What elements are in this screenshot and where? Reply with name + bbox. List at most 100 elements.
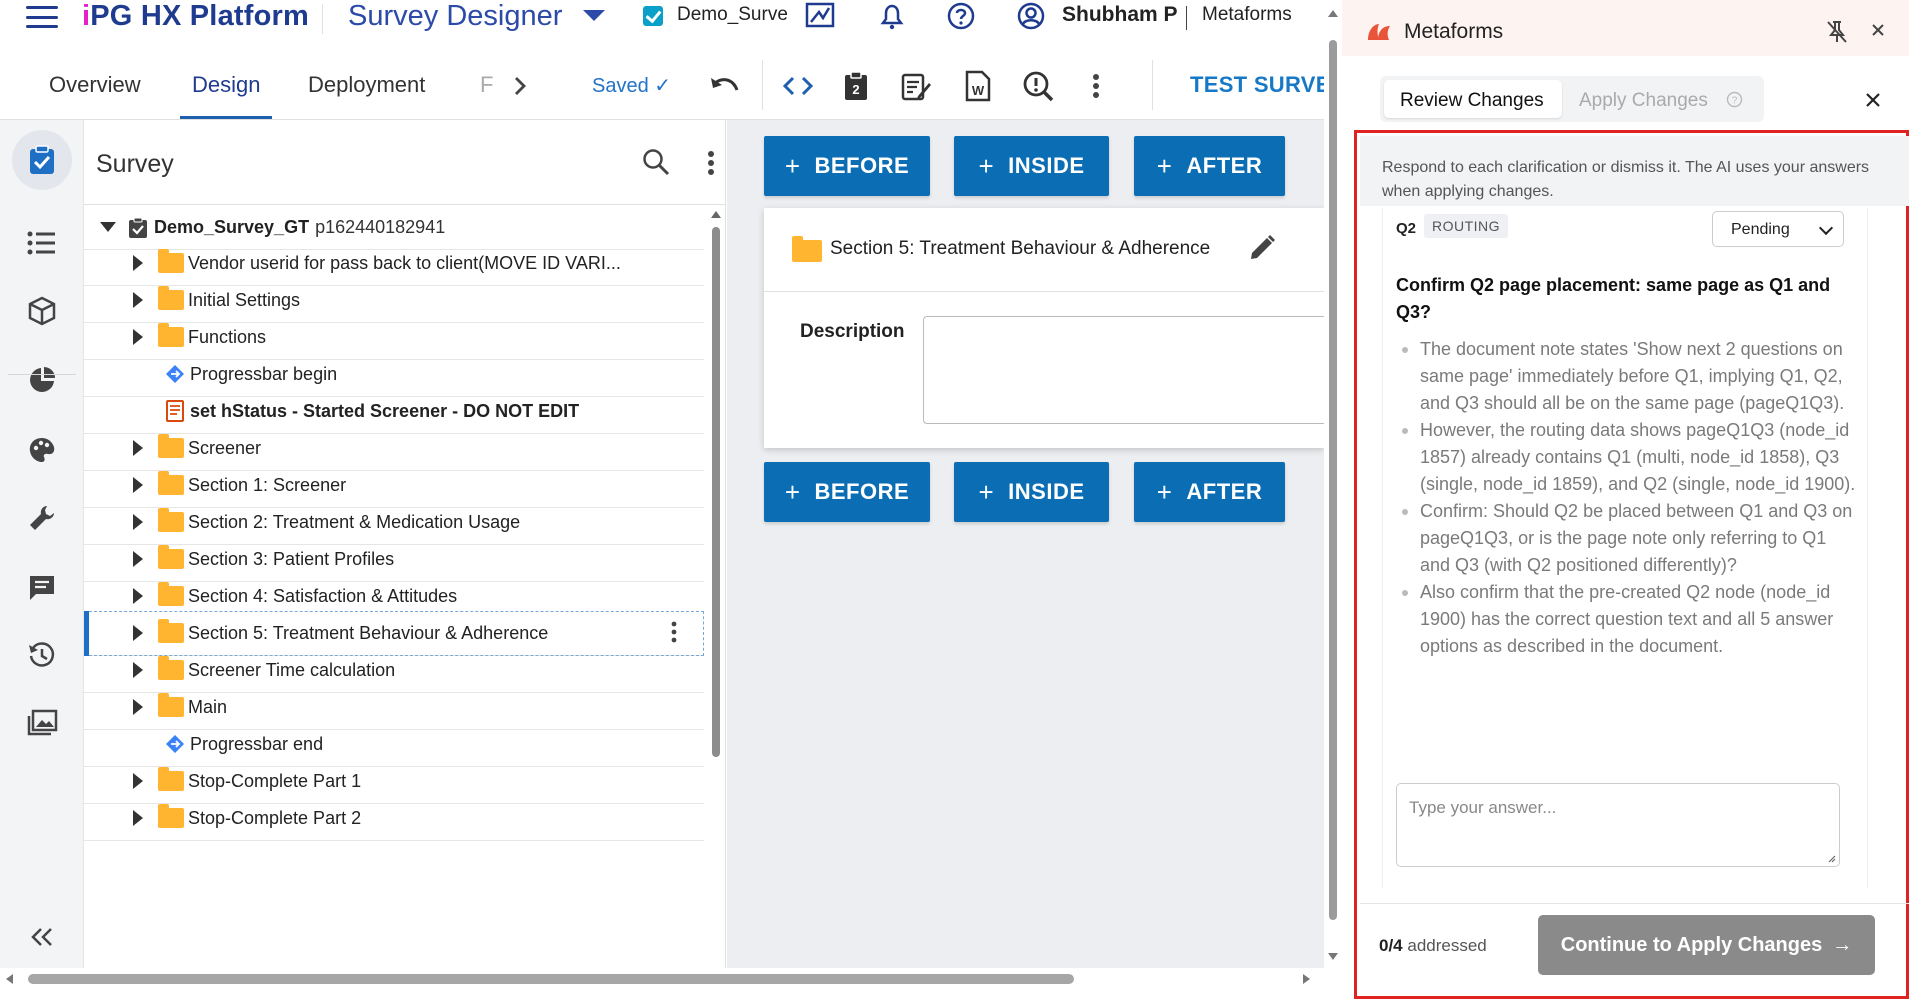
search-icon[interactable] bbox=[642, 148, 670, 181]
chevron-right-icon[interactable] bbox=[133, 588, 143, 604]
divider bbox=[1360, 903, 1909, 904]
search-alert-icon[interactable] bbox=[1018, 66, 1058, 106]
tab-overview[interactable]: Overview bbox=[49, 72, 141, 98]
scroll-left-icon[interactable] bbox=[4, 973, 14, 985]
user-avatar-icon[interactable] bbox=[1014, 0, 1048, 32]
addressed-count: 0/4 addressed bbox=[1379, 936, 1487, 955]
chevron-down-icon[interactable] bbox=[583, 10, 605, 21]
close-icon[interactable] bbox=[1870, 22, 1886, 43]
collapse-icon[interactable] bbox=[12, 907, 72, 967]
chevron-right-icon[interactable] bbox=[133, 477, 143, 493]
tree-scrollbar[interactable] bbox=[708, 205, 724, 965]
edit-notes-icon[interactable] bbox=[896, 66, 936, 106]
tab-deployment[interactable]: Deployment bbox=[308, 72, 425, 98]
continue-to-apply-button[interactable]: Continue to Apply Changes → bbox=[1538, 915, 1875, 975]
chevron-right-icon[interactable] bbox=[133, 329, 143, 345]
chevron-right-icon[interactable] bbox=[133, 810, 143, 826]
folder-icon bbox=[158, 286, 184, 310]
description-input[interactable] bbox=[923, 316, 1333, 424]
more-vertical-icon[interactable] bbox=[1076, 66, 1116, 106]
help-icon[interactable] bbox=[944, 0, 978, 32]
close-icon[interactable] bbox=[1864, 91, 1882, 114]
script-icon bbox=[166, 400, 184, 422]
history-icon[interactable] bbox=[12, 625, 72, 685]
more-vertical-icon[interactable] bbox=[671, 621, 677, 648]
tree-item-label: Screener Time calculation bbox=[188, 659, 396, 680]
main-scrollbar-thumb[interactable] bbox=[1329, 40, 1337, 920]
folder-icon bbox=[792, 236, 822, 262]
survey-tree-panel: Survey Demo_Survey_GT p162440182941 Vend… bbox=[84, 120, 726, 970]
folder-icon bbox=[158, 804, 184, 828]
answer-input[interactable]: Type your answer... bbox=[1396, 783, 1840, 867]
tab-design[interactable]: Design bbox=[192, 72, 260, 98]
tree-item-label: Screener bbox=[188, 437, 262, 458]
add-after-button[interactable]: + AFTER bbox=[1134, 136, 1285, 196]
test-survey-button[interactable]: TEST SURVEY bbox=[1190, 72, 1326, 98]
undo-icon[interactable] bbox=[704, 66, 744, 106]
info-text: Respond to each clarification or dismiss… bbox=[1382, 159, 1870, 200]
scroll-right-icon[interactable] bbox=[1302, 973, 1312, 985]
more-vertical-icon[interactable] bbox=[707, 150, 715, 181]
tab-overflow[interactable]: F bbox=[480, 72, 493, 98]
add-before-button[interactable]: + BEFORE bbox=[764, 462, 930, 522]
add-after-button[interactable]: + AFTER bbox=[1134, 462, 1285, 522]
add-inside-button[interactable]: + INSIDE bbox=[954, 462, 1109, 522]
image-library-icon[interactable] bbox=[12, 693, 72, 753]
list-item: However, the routing data shows pageQ1Q3… bbox=[1396, 417, 1858, 498]
chevron-right-icon[interactable] bbox=[133, 440, 143, 456]
chevron-right-icon[interactable] bbox=[133, 699, 143, 715]
chevron-right-icon[interactable] bbox=[500, 66, 540, 106]
survey-name[interactable]: Demo_Survey_GT bbox=[677, 4, 787, 26]
clipboard-icon[interactable]: 2 bbox=[836, 66, 876, 106]
menu-icon[interactable] bbox=[26, 6, 58, 28]
signature-icon[interactable] bbox=[803, 0, 837, 32]
survey-clipboard-icon[interactable] bbox=[12, 130, 72, 190]
unpin-icon[interactable] bbox=[1826, 20, 1848, 49]
resize-handle-icon[interactable] bbox=[1826, 853, 1836, 863]
panel-tabs: Review Changes Apply Changes ? bbox=[1380, 76, 1764, 122]
chevron-right-icon[interactable] bbox=[133, 773, 143, 789]
scroll-up-icon[interactable] bbox=[1327, 8, 1339, 18]
tree-item[interactable]: Stop-Complete Part 2 bbox=[84, 796, 704, 841]
svg-text:2: 2 bbox=[852, 82, 859, 97]
main-vertical-scrollbar[interactable] bbox=[1324, 0, 1342, 980]
code-icon[interactable] bbox=[778, 66, 818, 106]
list-icon[interactable] bbox=[12, 213, 72, 273]
add-before-button[interactable]: + BEFORE bbox=[764, 136, 930, 196]
folder-icon bbox=[158, 693, 184, 717]
horizontal-scrollbar-thumb[interactable] bbox=[28, 974, 1074, 984]
pencil-icon[interactable] bbox=[1248, 234, 1276, 267]
tree-scrollbar-thumb[interactable] bbox=[712, 227, 720, 757]
chevron-right-icon[interactable] bbox=[133, 551, 143, 567]
horizontal-scrollbar[interactable] bbox=[0, 968, 1324, 988]
chevron-right-icon[interactable] bbox=[133, 625, 143, 641]
list-item: Also confirm that the pre-created Q2 nod… bbox=[1396, 579, 1858, 660]
folder-icon bbox=[158, 582, 184, 606]
chevron-right-icon[interactable] bbox=[133, 514, 143, 530]
tree-header: Survey bbox=[84, 120, 726, 205]
status-dropdown[interactable]: Pending bbox=[1712, 211, 1844, 247]
tab-review-changes-label[interactable]: Review Changes bbox=[1400, 90, 1544, 112]
brand-logo[interactable]: iPG HX Platform bbox=[82, 0, 309, 32]
chevron-right-icon[interactable] bbox=[133, 292, 143, 308]
wrench-icon[interactable] bbox=[12, 488, 72, 548]
scroll-up-icon[interactable] bbox=[710, 209, 722, 219]
tree-item-label: Section 1: Screener bbox=[188, 474, 347, 495]
chevron-right-icon[interactable] bbox=[133, 662, 143, 678]
progressbar-icon bbox=[165, 734, 185, 754]
scroll-down-icon[interactable] bbox=[1327, 952, 1339, 962]
bell-icon[interactable] bbox=[875, 0, 909, 32]
tree-root-id: p162440182941 bbox=[315, 216, 446, 237]
word-document-icon[interactable]: W bbox=[958, 66, 998, 106]
tree-title: Survey bbox=[96, 150, 174, 178]
chevron-down-icon[interactable] bbox=[100, 222, 116, 232]
tab-apply-changes-label[interactable]: Apply Changes bbox=[1579, 90, 1708, 112]
pie-chart-icon[interactable] bbox=[12, 350, 72, 410]
chevron-right-icon[interactable] bbox=[133, 255, 143, 271]
user-name[interactable]: Shubham P bbox=[1062, 3, 1178, 27]
palette-icon[interactable] bbox=[12, 420, 72, 480]
comment-icon[interactable] bbox=[12, 557, 72, 617]
add-inside-button[interactable]: + INSIDE bbox=[954, 136, 1109, 196]
cube-icon[interactable] bbox=[12, 281, 72, 341]
org-name[interactable]: Metaforms bbox=[1202, 4, 1292, 26]
